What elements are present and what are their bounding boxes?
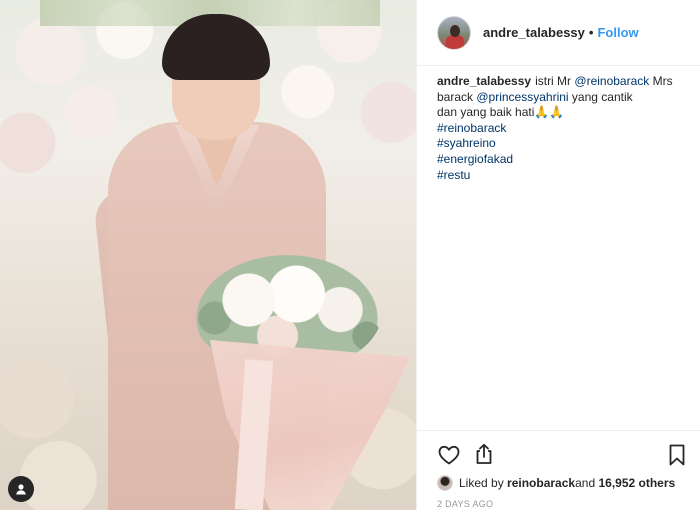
post-actions: Liked by reinobarack and 16,952 others 2…: [417, 430, 700, 510]
avatar-figure-body: [446, 35, 464, 49]
likes-others-link[interactable]: 16,952 others: [598, 476, 675, 490]
post-side-panel: andre_talabessy • Follow andre_talabessy is…: [416, 0, 700, 510]
post-photo[interactable]: [0, 0, 416, 510]
hashtag-link[interactable]: #reinobarack: [437, 121, 685, 137]
caption-username[interactable]: andre_talabessy: [437, 74, 531, 88]
caption-line-2: barack @princessyahrini yang cantik: [437, 90, 685, 106]
liker-avatar[interactable]: [437, 475, 453, 491]
caption-line-1: andre_talabessy istri Mr @reinobarack Mrs: [437, 74, 685, 90]
header-username-row: andre_talabessy • Follow: [483, 25, 639, 40]
post-header: andre_talabessy • Follow: [417, 0, 700, 66]
caption-text: yang cantik: [568, 89, 633, 104]
avatar[interactable]: [437, 16, 471, 50]
likes-prefix: Liked by: [459, 476, 504, 490]
heart-outline-icon[interactable]: [437, 443, 461, 467]
mention-link[interactable]: @princessyahrini: [476, 90, 568, 104]
hashtag-link[interactable]: #energiofakad: [437, 152, 685, 168]
likes-summary: Liked by reinobarack and 16,952 others: [437, 473, 675, 493]
share-icon[interactable]: [472, 442, 496, 466]
caption-text: istri Mr: [535, 74, 575, 88]
post-timestamp[interactable]: 2 DAYS AGO: [437, 499, 493, 509]
header-username[interactable]: andre_talabessy: [483, 25, 585, 40]
hashtag-link[interactable]: #restu: [437, 168, 685, 184]
caption-text: barack: [437, 89, 477, 104]
liker-username[interactable]: reinobarack: [507, 476, 575, 490]
hashtag-link[interactable]: #syahreino: [437, 136, 685, 152]
likes-middle: and: [575, 476, 596, 490]
avatar-figure-head: [450, 25, 460, 37]
mention-link[interactable]: @reinobarack: [574, 74, 649, 88]
post-caption: andre_talabessy istri Mr @reinobarack Mrs…: [437, 74, 685, 183]
bookmark-icon[interactable]: [665, 443, 689, 467]
follow-button[interactable]: Follow: [597, 25, 638, 40]
caption-line-3: dan yang baik hati🙏🙏: [437, 105, 565, 120]
caption-text: Mrs: [649, 74, 673, 88]
user-icon[interactable]: [8, 476, 34, 502]
header-separator: •: [588, 25, 594, 40]
